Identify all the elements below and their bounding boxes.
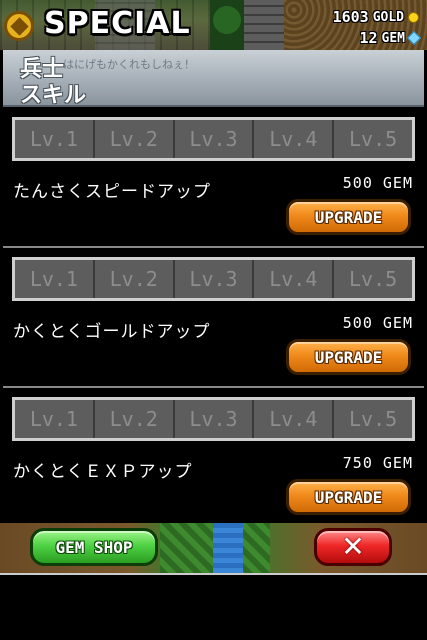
skill-header-banner: はにげもかくれもしねぇ！ 兵士 スキル [3, 50, 424, 108]
gold-coin-icon [408, 11, 419, 23]
level-cell: Lv.5 [334, 400, 412, 438]
skill-name: たんさくスピードアップ [13, 182, 211, 202]
banner-title-skill: スキル [20, 83, 87, 108]
level-cell: Lv.1 [15, 400, 95, 438]
level-cell: Lv.1 [15, 260, 95, 298]
upgrade-button[interactable]: UPGRADE [286, 199, 411, 235]
skill-list: Lv.1 Lv.2 Lv.3 Lv.4 Lv.5 たんさくスピードアップ 500… [3, 108, 424, 523]
upgrade-button[interactable]: UPGRADE [286, 479, 411, 515]
background-dialogue-text: はにげもかくれもしねぇ！ [63, 58, 195, 71]
skill-name: かくとくゴールドアップ [13, 322, 211, 342]
skill-item: Lv.1 Lv.2 Lv.3 Lv.4 Lv.5 かくとくＥＸＰアップ 750 … [3, 388, 424, 528]
level-cell: Lv.3 [174, 260, 255, 298]
level-cell: Lv.3 [174, 400, 255, 438]
gold-unit: GOLD [372, 9, 404, 25]
skill-name: かくとくＥＸＰアップ [13, 462, 193, 482]
page-title: SPECIAL [44, 6, 191, 41]
gem-shop-button[interactable]: GEM SHOP [30, 528, 158, 566]
level-track: Lv.1 Lv.2 Lv.3 Lv.4 Lv.5 [12, 257, 415, 301]
level-cell: Lv.2 [94, 400, 175, 438]
gem-amount: 12 [359, 29, 378, 47]
divider [0, 573, 427, 575]
level-cell: Lv.4 [254, 400, 335, 438]
close-button[interactable]: ✕ [314, 528, 392, 566]
gem-counter: 12 GEM [359, 29, 422, 47]
level-cell: Lv.4 [254, 260, 335, 298]
skill-cost: 500 GEM [342, 314, 413, 332]
skill-item: Lv.1 Lv.2 Lv.3 Lv.4 Lv.5 たんさくスピードアップ 500… [3, 108, 424, 248]
skill-item: Lv.1 Lv.2 Lv.3 Lv.4 Lv.5 かくとくゴールドアップ 500… [3, 248, 424, 388]
level-cell: Lv.5 [334, 260, 412, 298]
level-cell: Lv.2 [94, 120, 175, 158]
gold-amount: 1603 [332, 8, 369, 26]
gem-icon [406, 30, 422, 46]
level-track: Lv.1 Lv.2 Lv.3 Lv.4 Lv.5 [12, 117, 415, 161]
skill-cost: 750 GEM [342, 454, 413, 472]
close-icon: ✕ [341, 530, 365, 563]
upgrade-button[interactable]: UPGRADE [286, 339, 411, 375]
background-water [213, 523, 243, 573]
level-cell: Lv.1 [15, 120, 95, 158]
special-emblem-icon [4, 11, 34, 41]
skill-cost: 500 GEM [342, 174, 413, 192]
gem-unit: GEM [381, 30, 405, 46]
level-cell: Lv.2 [94, 260, 175, 298]
level-cell: Lv.5 [334, 120, 412, 158]
gold-counter: 1603 GOLD [333, 8, 419, 26]
level-track: Lv.1 Lv.2 Lv.3 Lv.4 Lv.5 [12, 397, 415, 441]
level-cell: Lv.3 [174, 120, 255, 158]
level-cell: Lv.4 [254, 120, 335, 158]
